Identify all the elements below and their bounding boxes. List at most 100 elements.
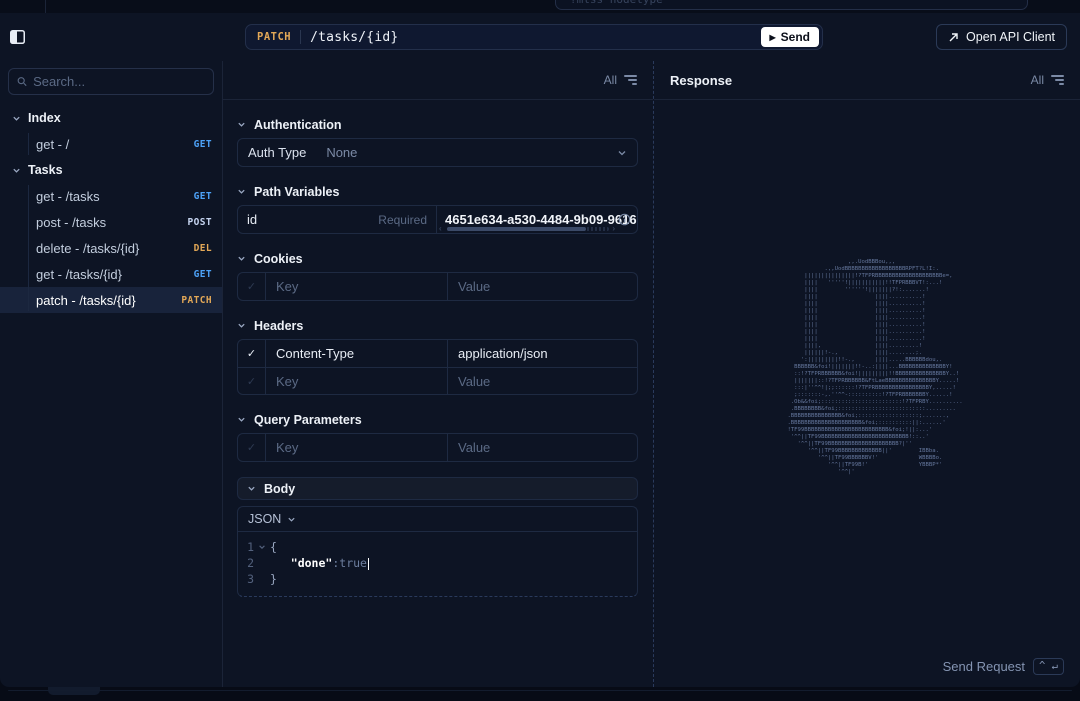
sidebar-item-delete-task[interactable]: delete - /tasks/{id} DEL bbox=[0, 235, 222, 261]
group-label: Tasks bbox=[28, 163, 63, 177]
request-filter[interactable]: All bbox=[604, 73, 637, 87]
body-editor: JSON 1 { bbox=[237, 506, 638, 597]
top-clipped-strip: ?mlss nodetype bbox=[0, 0, 1080, 13]
api-client-window: PATCH /tasks/{id} ▶ Send Open API Client bbox=[0, 13, 1080, 687]
cookie-row: ✓ bbox=[238, 273, 637, 300]
item-label: patch - /tasks/{id} bbox=[36, 293, 136, 308]
sidebar-item-post-tasks[interactable]: post - /tasks POST bbox=[0, 209, 222, 235]
header-row-content-type: ✓ Content-Type application/json bbox=[238, 340, 637, 367]
json-key: "done" bbox=[291, 556, 333, 570]
info-icon[interactable] bbox=[618, 213, 631, 226]
sidebar-toggle-icon[interactable] bbox=[10, 30, 25, 44]
chevron-down-icon bbox=[237, 321, 246, 330]
header-value-cell[interactable] bbox=[448, 368, 637, 394]
value-scrollbar-thumb[interactable] bbox=[447, 227, 586, 231]
response-filter[interactable]: All bbox=[1031, 73, 1064, 87]
body-format-select[interactable]: JSON bbox=[238, 507, 637, 532]
body-format-value: JSON bbox=[248, 512, 281, 526]
search-input[interactable] bbox=[33, 74, 205, 89]
search-box[interactable] bbox=[8, 68, 214, 95]
clipped-input-above: ?mlss nodetype bbox=[555, 0, 1028, 10]
cookie-row-checkbox[interactable]: ✓ bbox=[238, 273, 266, 300]
header-row-checkbox-checked[interactable]: ✓ bbox=[238, 340, 266, 367]
text-cursor bbox=[368, 558, 369, 570]
filter-all-label: All bbox=[1031, 73, 1044, 87]
fold-chevron-icon[interactable] bbox=[254, 543, 270, 551]
header-value-input[interactable] bbox=[458, 374, 627, 389]
chevron-down-icon bbox=[247, 484, 256, 493]
response-panel: Response All ,,.UodBBBou,,, .,,UodBBBBBB… bbox=[653, 61, 1080, 687]
sidebar-group-tasks[interactable]: Tasks bbox=[0, 157, 222, 183]
query-key-cell[interactable] bbox=[266, 434, 448, 461]
section-query-parameters[interactable]: Query Parameters bbox=[237, 411, 638, 428]
clipped-panel-edge bbox=[8, 690, 1072, 691]
sidebar-item-get-root[interactable]: get - / GET bbox=[0, 131, 222, 157]
code-text: } bbox=[270, 572, 277, 586]
line-number: 1 bbox=[238, 540, 254, 554]
header-value-cell[interactable]: application/json bbox=[448, 340, 637, 367]
send-button[interactable]: ▶ Send bbox=[761, 27, 820, 47]
section-title-label: Headers bbox=[254, 319, 303, 333]
section-title-label: Path Variables bbox=[254, 185, 339, 199]
query-parameters-box: ✓ bbox=[237, 433, 638, 462]
toolbar: PATCH /tasks/{id} ▶ Send Open API Client bbox=[0, 13, 1080, 61]
chevron-down-icon bbox=[237, 415, 246, 424]
required-label: Required bbox=[378, 213, 427, 227]
cookie-value-input[interactable] bbox=[458, 279, 627, 294]
cookie-value-cell[interactable] bbox=[448, 273, 637, 300]
section-cookies[interactable]: Cookies bbox=[237, 250, 638, 267]
auth-type-row[interactable]: Auth Type None bbox=[238, 139, 637, 166]
header-key: Content-Type bbox=[276, 346, 354, 361]
query-value-cell[interactable] bbox=[448, 434, 637, 461]
section-authentication[interactable]: Authentication bbox=[237, 116, 638, 133]
sidebar-group-index[interactable]: Index bbox=[0, 105, 222, 131]
section-path-variables[interactable]: Path Variables bbox=[237, 183, 638, 200]
shortcut-badge: ^ ↵ bbox=[1033, 658, 1064, 675]
section-body[interactable]: Body bbox=[237, 477, 638, 500]
sidebar-item-patch-task[interactable]: patch - /tasks/{id} PATCH bbox=[0, 287, 222, 313]
code-text: "done":true bbox=[270, 556, 369, 570]
path-variable-key: id bbox=[247, 212, 257, 227]
json-code-area[interactable]: 1 { 2 "done":true 3 bbox=[238, 532, 637, 596]
method-badge: POST bbox=[188, 217, 212, 228]
cookie-key-cell[interactable] bbox=[266, 273, 448, 300]
chevron-down-icon bbox=[12, 114, 21, 123]
path-variable-key-cell[interactable]: id Required bbox=[238, 206, 437, 233]
chevron-down-icon bbox=[12, 166, 21, 175]
request-path[interactable]: /tasks/{id} bbox=[310, 30, 398, 45]
request-address-bar[interactable]: PATCH /tasks/{id} ▶ Send bbox=[245, 24, 823, 50]
section-title-label: Cookies bbox=[254, 252, 303, 266]
open-api-client-button[interactable]: Open API Client bbox=[936, 24, 1067, 50]
item-label: get - / bbox=[36, 137, 69, 152]
scroll-left-arrow[interactable]: ‹ bbox=[439, 224, 442, 233]
response-footer: Send Request ^ ↵ bbox=[943, 658, 1064, 675]
send-request-label: Send Request bbox=[943, 659, 1025, 674]
section-title-label: Authentication bbox=[254, 118, 342, 132]
scroll-right-arrow[interactable]: › bbox=[612, 224, 615, 233]
chevron-down-icon bbox=[287, 515, 296, 524]
code-line-3: 3 } bbox=[238, 571, 637, 587]
external-link-icon bbox=[948, 32, 959, 43]
query-value-input[interactable] bbox=[458, 440, 627, 455]
query-row-checkbox[interactable]: ✓ bbox=[238, 434, 266, 461]
header-key-input[interactable] bbox=[276, 374, 437, 389]
sidebar-item-get-task[interactable]: get - /tasks/{id} GET bbox=[0, 261, 222, 287]
header-row-checkbox[interactable]: ✓ bbox=[238, 368, 266, 394]
item-label: delete - /tasks/{id} bbox=[36, 241, 139, 256]
cookie-key-input[interactable] bbox=[276, 279, 437, 294]
sidebar-item-get-tasks[interactable]: get - /tasks GET bbox=[0, 183, 222, 209]
filter-all-label: All bbox=[604, 73, 617, 87]
header-key-cell[interactable]: Content-Type bbox=[266, 340, 448, 367]
path-variable-value-cell[interactable]: 4651e634-a530-4484-9b09-9616 ‹ › bbox=[437, 206, 637, 233]
section-title-label: Query Parameters bbox=[254, 413, 362, 427]
value-scrollbar[interactable] bbox=[447, 227, 609, 231]
query-key-input[interactable] bbox=[276, 440, 437, 455]
code-line-1: 1 { bbox=[238, 539, 637, 555]
chevron-down-icon bbox=[617, 148, 627, 158]
header-key-cell[interactable] bbox=[266, 368, 448, 394]
section-headers[interactable]: Headers bbox=[237, 317, 638, 334]
auth-type-label: Auth Type bbox=[248, 145, 306, 160]
chevron-down-icon bbox=[237, 254, 246, 263]
method-badge: DEL bbox=[194, 243, 212, 254]
method-badge: GET bbox=[194, 269, 212, 280]
